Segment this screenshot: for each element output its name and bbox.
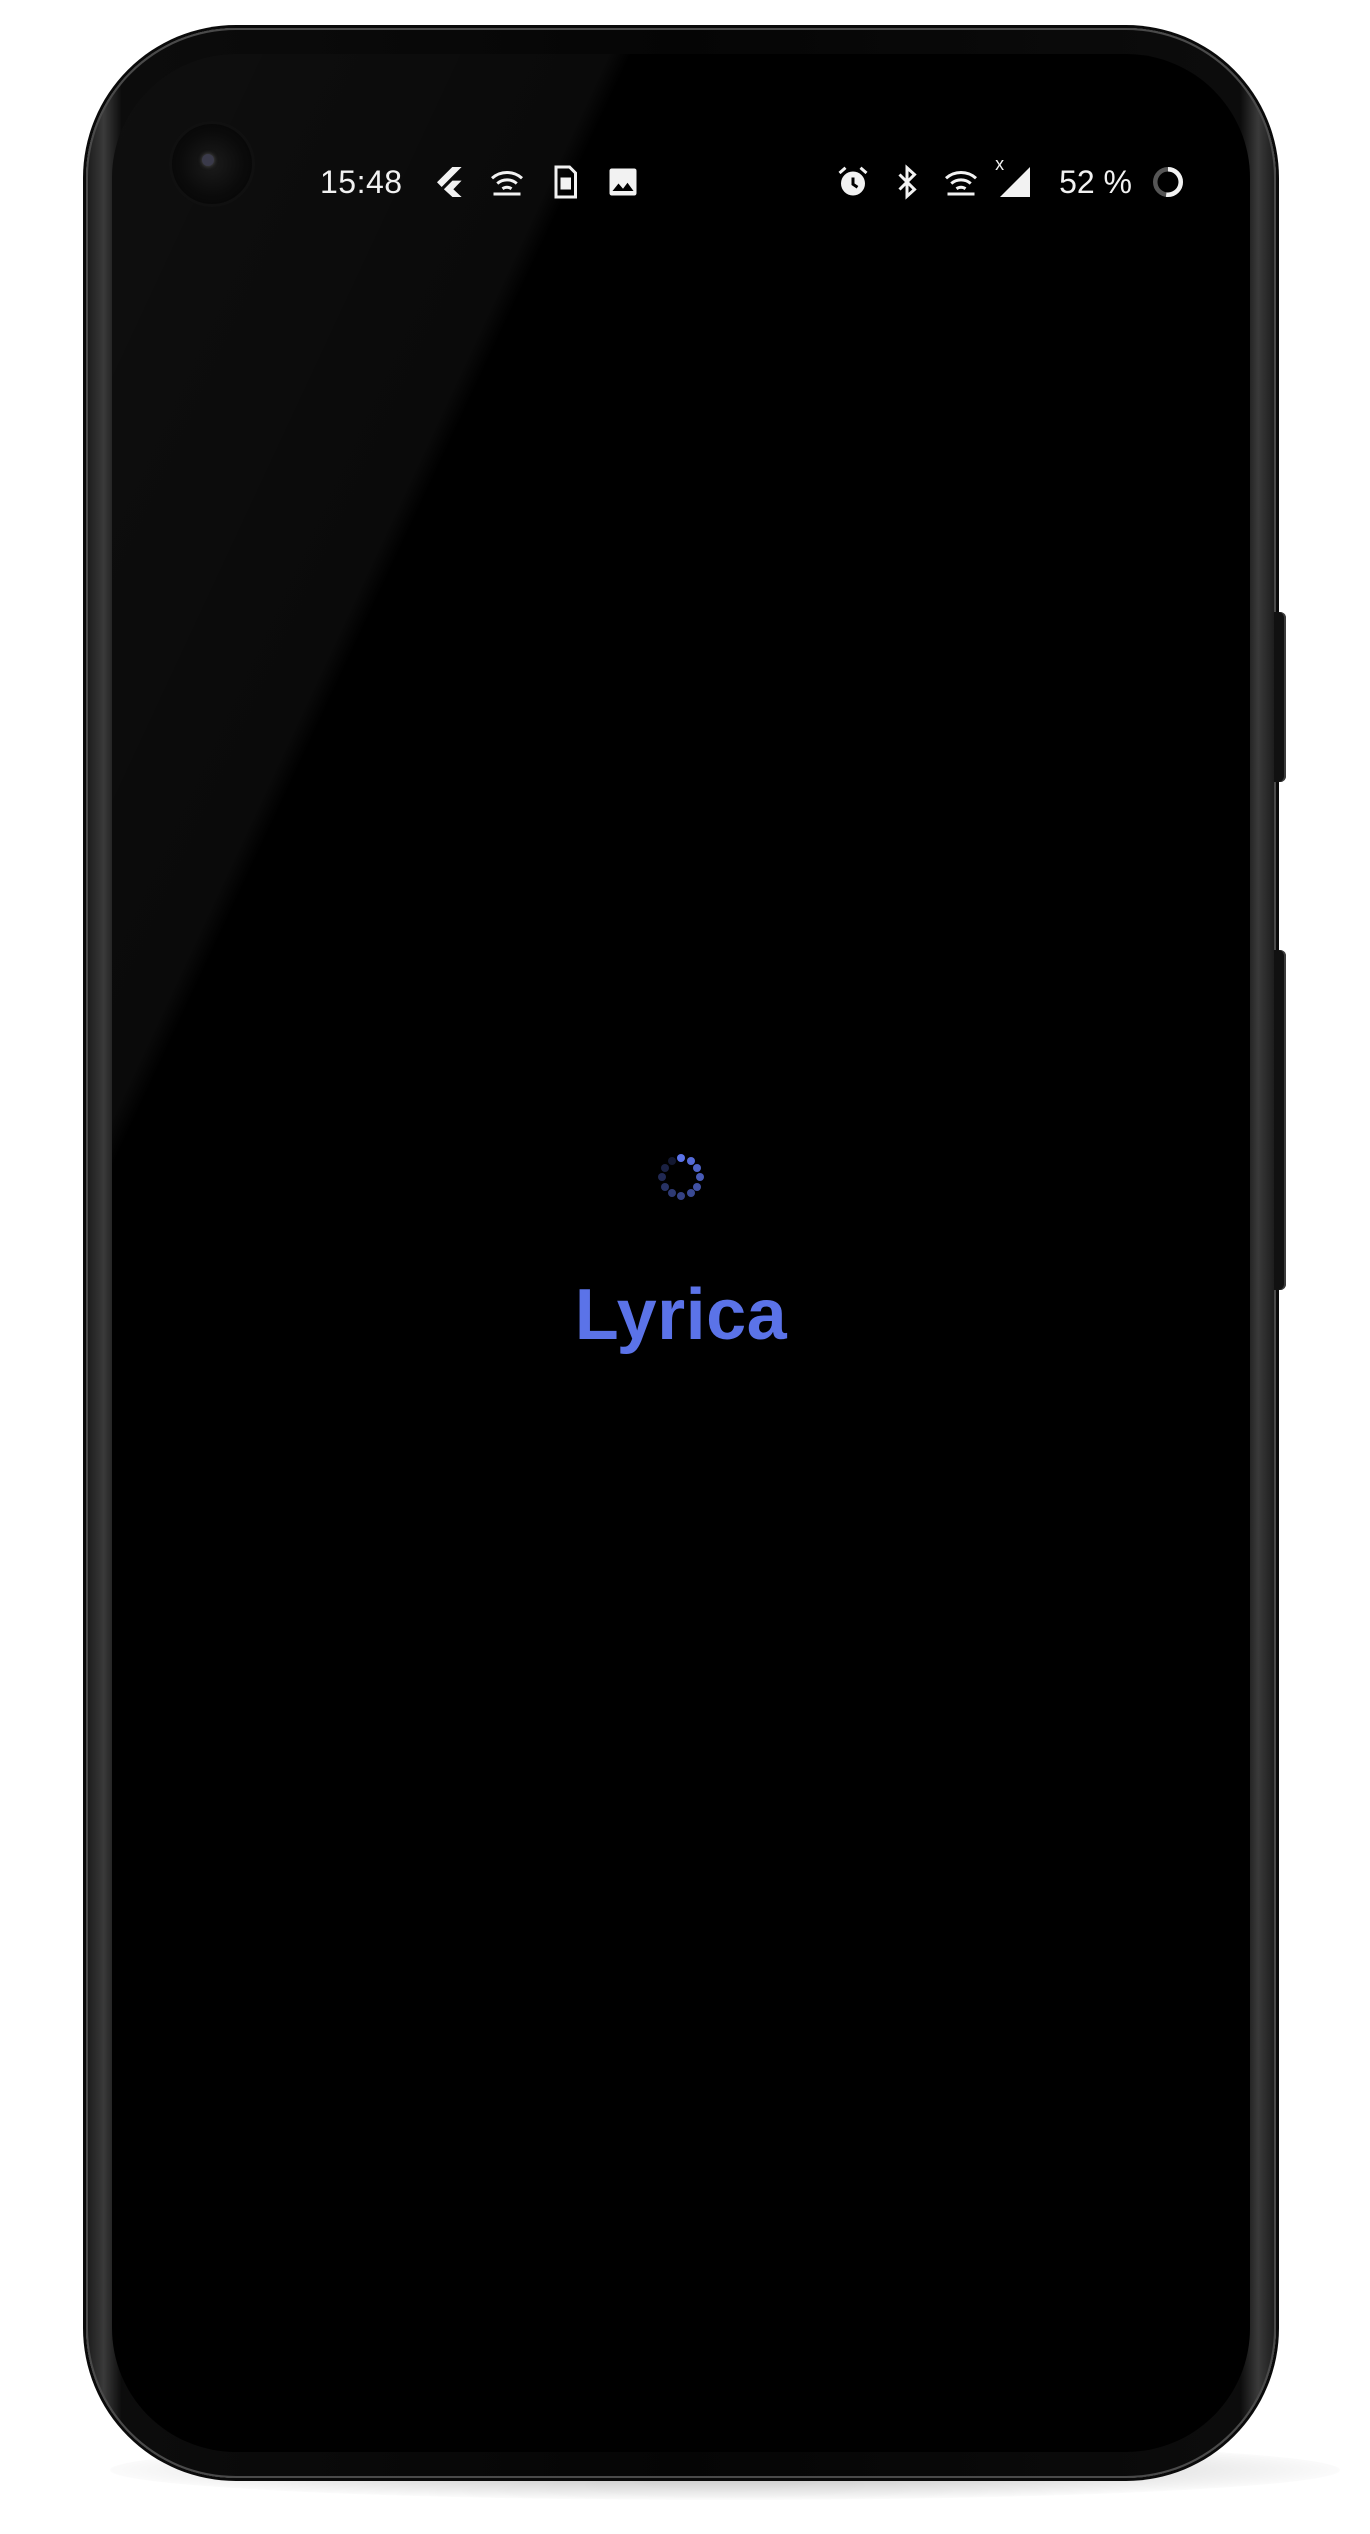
battery-ring-icon	[1150, 164, 1186, 200]
bluetooth-icon	[889, 164, 925, 200]
wifi-icon	[943, 164, 979, 200]
status-time: 15:48	[320, 163, 403, 200]
spinner-dot	[686, 1156, 695, 1165]
spinner-dot	[677, 1154, 685, 1162]
spinner-dot	[686, 1189, 695, 1198]
screen-glare	[112, 54, 1012, 2054]
status-bar-left: 15:48	[320, 154, 641, 210]
spinner-dot	[696, 1173, 704, 1181]
spinner-dot	[693, 1182, 702, 1191]
splash-screen: Lyrica	[112, 1154, 1250, 1356]
spinner-dot	[658, 1173, 666, 1181]
app-title: Lyrica	[574, 1275, 788, 1355]
alarm-icon	[835, 164, 871, 200]
phone-screen: 15:48 x 52 % Lyrica	[112, 54, 1250, 2452]
flutter-icon	[431, 164, 467, 200]
spinner-dot	[677, 1192, 685, 1200]
side-button-lower	[1274, 950, 1286, 1290]
spinner-dot	[667, 1189, 676, 1198]
cellular-signal-icon: x	[995, 154, 1033, 200]
spinner-dot	[667, 1156, 676, 1165]
signal-badge: x	[995, 154, 1005, 174]
spinner-dot	[660, 1163, 669, 1172]
wifi-hotspot-icon	[489, 164, 525, 200]
status-bar: 15:48 x 52 %	[112, 154, 1250, 210]
spinner-dot	[693, 1163, 702, 1172]
spinner-dot	[660, 1182, 669, 1191]
status-bar-right: x 52 %	[835, 154, 1186, 210]
loading-spinner	[658, 1154, 704, 1200]
side-button-upper	[1274, 612, 1286, 782]
battery-percent: 52 %	[1059, 163, 1132, 200]
image-icon	[605, 164, 641, 200]
sim-card-icon	[547, 164, 583, 200]
